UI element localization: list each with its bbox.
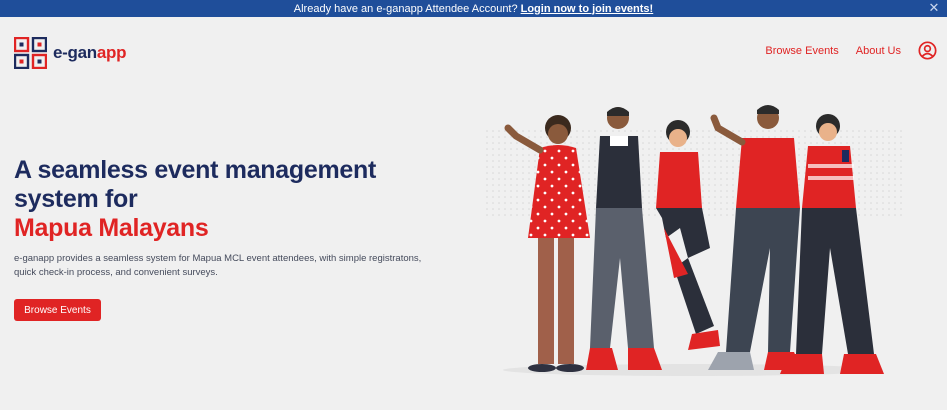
logo-text-prefix: e-gan <box>53 43 97 62</box>
logo-mark-icon <box>14 37 47 69</box>
logo-text-suffix: app <box>96 43 127 62</box>
site-header: e-ganapp Browse Events About Us <box>0 17 947 87</box>
browse-events-button[interactable]: Browse Events <box>14 299 101 321</box>
nav-browse-events[interactable]: Browse Events <box>765 45 838 57</box>
close-icon[interactable]: ✕ <box>927 1 941 15</box>
announcement-bar: Already have an e-ganapp Attendee Accoun… <box>0 0 947 17</box>
hero-title-highlight: Mapua Malayans <box>14 214 209 242</box>
nav-about-us[interactable]: About Us <box>856 45 901 57</box>
hero-description: e-ganapp provides a seamless system for … <box>14 253 422 278</box>
logo-text: e-ganapp <box>53 43 126 63</box>
announcement-text: Already have an e-ganapp Attendee Accoun… <box>293 2 518 15</box>
people-illustration <box>482 105 902 376</box>
user-circle-icon[interactable] <box>918 41 937 60</box>
login-link[interactable]: Login now to join events! <box>521 3 654 15</box>
hero-title: A seamless event management system for M… <box>14 156 454 243</box>
hero-title-main: A seamless event management system for <box>14 156 376 213</box>
logo[interactable]: e-ganapp <box>14 37 126 69</box>
main-nav: Browse Events About Us <box>765 41 937 60</box>
